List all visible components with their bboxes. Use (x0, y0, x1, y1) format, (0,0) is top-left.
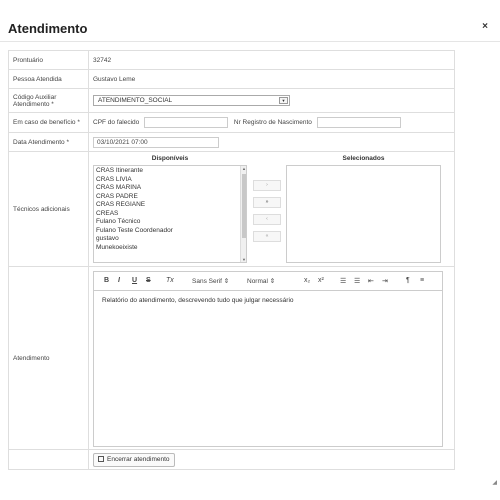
disponiveis-list[interactable]: CRAS Itinerante CRAS LIVIA CRAS MARINA CRAS… (93, 165, 247, 263)
finish-button[interactable]: Encerrar atendimento (93, 452, 175, 467)
disponivel-item[interactable]: Munekoeixiste (94, 244, 246, 253)
prontuario-label: Prontuário (8, 50, 89, 70)
scroll-up-icon[interactable]: ▲ (241, 166, 246, 171)
pessoa-label: Pessoa Atendida (8, 69, 89, 89)
disponivel-item[interactable]: CRAS Itinerante (94, 167, 246, 176)
outdent-icon[interactable]: ⇤ (368, 277, 374, 285)
subscript-button[interactable]: x₂ (304, 277, 310, 284)
selecionados-title: Selecionados (342, 155, 385, 162)
row-codigo: Código Auxiliar Atendimento * ATENDIMENT… (8, 88, 455, 113)
tecnicos-label: Técnicos adicionais (8, 151, 89, 267)
disponivel-item[interactable]: Fulano Técnico (94, 218, 246, 227)
modal-title: Atendimento (8, 21, 88, 36)
row-footer: Encerrar atendimento (8, 449, 455, 470)
finish-label: Encerrar atendimento (107, 455, 170, 463)
codigo-select-value: ATENDIMENTO_SOCIAL (98, 97, 173, 104)
selecionados-list[interactable] (286, 165, 441, 263)
scroll-thumb[interactable] (242, 174, 246, 238)
superscript-button[interactable]: x² (318, 277, 324, 284)
font-select[interactable]: Sans Serif ⇕ (192, 277, 229, 285)
bullet-list-icon[interactable]: ☰ (354, 277, 360, 285)
atendimento-form: Prontuário 32742 Pessoa Atendida Gustavo… (8, 50, 455, 470)
editor-content[interactable]: Relatório do atendimento, descrevendo tu… (94, 291, 442, 310)
beneficio-cell: CPF do falecido Nr Registro de Nasciment… (88, 112, 455, 133)
resize-grip-icon[interactable]: ◢ (492, 479, 497, 486)
disponivel-item[interactable]: Fulano Teste Coordenador (94, 227, 246, 236)
align-icon[interactable]: ≡ (420, 277, 424, 284)
disponiveis-items: CRAS Itinerante CRAS LIVIA CRAS MARINA CRAS… (94, 166, 246, 252)
clean-format-button[interactable]: Tx (166, 277, 174, 284)
registro-input[interactable] (316, 117, 401, 128)
indent-icon[interactable]: ⇥ (382, 277, 388, 285)
cpf-input[interactable] (144, 117, 229, 128)
footer-cell: Encerrar atendimento (88, 449, 455, 470)
disponivel-item[interactable]: CRAS LIVIA (94, 176, 246, 185)
rich-text-editor: B I U S Tx Sans Serif ⇕ Normal ⇕ x₂ x² ☰… (93, 271, 443, 447)
add-all-button[interactable]: » (253, 197, 281, 208)
strike-button[interactable]: S (146, 277, 151, 284)
editor-wrap: B I U S Tx Sans Serif ⇕ Normal ⇕ x₂ x² ☰… (89, 267, 454, 449)
disponivel-item[interactable]: CRAS MARINA (94, 184, 246, 193)
row-beneficio: Em caso de benefício * CPF do falecido N… (8, 112, 455, 133)
row-prontuario: Prontuário 32742 (8, 50, 455, 70)
disponivel-item[interactable]: gustavo (94, 235, 246, 244)
remove-button[interactable]: ‹ (253, 214, 281, 225)
size-select[interactable]: Normal ⇕ (247, 277, 275, 285)
row-atendimento: Atendimento B I U S Tx Sans Serif ⇕ Norm… (8, 266, 455, 450)
prontuario-value: 32742 (88, 50, 455, 70)
save-icon (98, 455, 104, 462)
row-data: Data Atendimento * 03/10/2021 07:00 (8, 132, 455, 152)
paragraph-direction-icon[interactable]: ¶ (406, 277, 410, 284)
chevron-down-icon: ▼ (279, 97, 288, 104)
codigo-select[interactable]: ATENDIMENTO_SOCIAL ▼ (93, 95, 290, 106)
data-label: Data Atendimento * (8, 132, 89, 152)
row-pessoa: Pessoa Atendida Gustavo Leme (8, 69, 455, 89)
beneficio-label: Em caso de benefício * (8, 112, 89, 133)
tecnicos-cell: Disponíveis CRAS Itinerante CRAS LIVIA CRA… (88, 151, 455, 267)
bold-button[interactable]: B (104, 277, 109, 284)
atendimento-cell: B I U S Tx Sans Serif ⇕ Normal ⇕ x₂ x² ☰… (88, 266, 455, 450)
disponivel-item[interactable]: CRAS PADRE (94, 193, 246, 202)
close-icon[interactable]: × (482, 21, 488, 32)
data-cell: 03/10/2021 07:00 (88, 132, 455, 152)
registro-label: Nr Registro de Nascimento (233, 119, 312, 127)
disponiveis-title: Disponíveis (151, 155, 189, 162)
size-select-value: Normal (247, 278, 268, 285)
underline-button[interactable]: U (132, 277, 137, 284)
editor-toolbar: B I U S Tx Sans Serif ⇕ Normal ⇕ x₂ x² ☰… (94, 272, 442, 291)
ordered-list-icon[interactable]: ☰ (340, 277, 346, 285)
footer-empty-cell (8, 449, 89, 470)
data-input[interactable]: 03/10/2021 07:00 (93, 136, 219, 148)
row-tecnicos: Técnicos adicionais Disponíveis CRAS Iti… (8, 151, 455, 267)
add-button[interactable]: › (253, 180, 281, 191)
disponivel-item[interactable]: CRAS REGIANE (94, 201, 246, 210)
disponiveis-scrollbar[interactable]: ▲ ▼ (240, 166, 246, 262)
codigo-cell: ATENDIMENTO_SOCIAL ▼ (88, 88, 455, 113)
scroll-down-icon[interactable]: ▼ (241, 257, 246, 262)
title-divider (0, 41, 500, 42)
tecnicos-picker: Disponíveis CRAS Itinerante CRAS LIVIA CRA… (89, 152, 454, 266)
atendimento-label: Atendimento (8, 266, 89, 450)
cpf-label: CPF do falecido (93, 119, 140, 127)
remove-all-button[interactable]: « (253, 231, 281, 242)
codigo-label: Código Auxiliar Atendimento * (8, 88, 89, 113)
italic-button[interactable]: I (118, 277, 120, 284)
disponivel-item[interactable]: CREAS (94, 210, 246, 219)
font-select-value: Sans Serif (192, 278, 222, 285)
pessoa-value: Gustavo Leme (88, 69, 455, 89)
